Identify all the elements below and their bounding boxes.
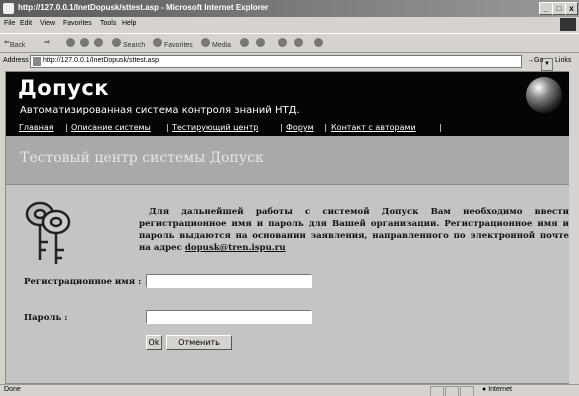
page-heading-band: Тестовый центр системы Допуск [6,136,569,184]
page-content: Допуск Автоматизированная система контро… [5,71,570,384]
links-button[interactable]: Links [555,57,571,64]
search-label: Search [123,42,146,49]
ok-button[interactable]: Ok [146,335,162,350]
page-heading: Тестовый центр системы Допуск [20,150,264,166]
password-input[interactable] [146,310,312,324]
favorites-label: Favorites [164,42,193,49]
forward-button[interactable]: ⇒ [44,38,50,46]
media-button[interactable]: Media [201,38,231,49]
address-input[interactable]: http://127.0.0.1/InetDopusk/sttest.asp ▼ [30,55,553,71]
internet-zone: ● Internet [482,386,512,393]
site-subtitle: Автоматизированная система контроля знан… [20,105,300,116]
password-label: Пароль : [24,313,68,323]
nav-forum[interactable]: Форум [286,123,314,132]
search-button[interactable]: Search [112,38,145,49]
favorites-icon [153,38,162,47]
status-bar: Done ● Internet [0,384,579,396]
windows-logo-icon [560,18,576,31]
address-bar: Address http://127.0.0.1/InetDopusk/stte… [0,53,579,71]
minimize-button[interactable]: _ [539,2,553,15]
sphere-logo-icon [526,77,562,113]
nav-separator: | [280,123,283,132]
menu-view[interactable]: View [40,20,55,27]
nav-separator: | [439,123,442,132]
title-bar: http://127.0.0.1/InetDopusk/sttest.asp -… [0,0,579,17]
menu-help[interactable]: Help [122,20,136,27]
email-link[interactable]: dopusk@tren.ispu.ru [185,243,286,253]
browser-window: http://127.0.0.1/InetDopusk/sttest.asp -… [0,0,579,396]
close-button[interactable]: x [565,2,578,15]
menu-file[interactable]: File [4,20,15,27]
status-cell [430,386,444,396]
maximize-button[interactable]: □ [552,2,566,15]
print-icon[interactable] [278,38,289,47]
favorites-button[interactable]: Favorites [153,38,193,49]
page-icon [33,57,41,66]
nav-separator: | [166,123,169,132]
nav-main[interactable]: Главная [19,123,54,132]
stop-icon[interactable] [66,38,77,47]
status-text: Done [4,386,21,393]
go-label: Go [534,57,544,64]
back-label: Back [9,42,26,49]
zone-label: Internet [488,386,512,393]
ie-icon [3,3,14,14]
status-cell [445,386,459,396]
nav-contact[interactable]: Контакт с авторами [331,123,416,132]
menu-bar: File Edit View Favorites Tools Help [0,18,579,31]
discuss-icon[interactable] [314,38,325,47]
media-label: Media [212,42,232,49]
cancel-button[interactable]: Отменить [166,335,232,350]
nav-description[interactable]: Описание системы [71,123,151,132]
divider [6,184,569,185]
mail-icon[interactable] [256,38,267,47]
vertical-scrollbar[interactable] [569,71,579,384]
menu-edit[interactable]: Edit [20,20,32,27]
window-title: http://127.0.0.1/InetDopusk/sttest.asp -… [18,3,269,12]
address-label: Address [3,57,29,64]
status-cell [460,386,474,396]
home-icon[interactable] [94,38,105,47]
search-icon [112,38,121,47]
menu-favorites[interactable]: Favorites [63,20,92,27]
nav-testing-center[interactable]: Тестирующий центр [172,123,258,132]
site-title: Допуск [18,76,110,100]
edit-icon[interactable] [294,38,305,47]
address-url: http://127.0.0.1/InetDopusk/sttest.asp [43,57,159,64]
go-button[interactable]: →Go [527,57,543,64]
refresh-icon[interactable] [80,38,91,47]
keys-icon [25,201,71,264]
nav-separator: | [324,123,327,132]
menu-tools[interactable]: Tools [100,20,116,27]
login-input[interactable] [146,274,312,288]
back-button[interactable]: ⇐ Back [4,38,25,49]
site-nav: Главная | Описание системы | Тестирующий… [6,119,569,136]
media-icon [201,38,210,47]
login-label: Регистрационное имя : [24,277,142,287]
nav-separator: | [65,123,68,132]
info-paragraph: Для дальнейшей работы с системой Допуск … [139,206,569,254]
history-icon[interactable] [240,38,251,47]
toolbar: ⇐ Back ⇒ Search Favorites Media [0,33,579,53]
